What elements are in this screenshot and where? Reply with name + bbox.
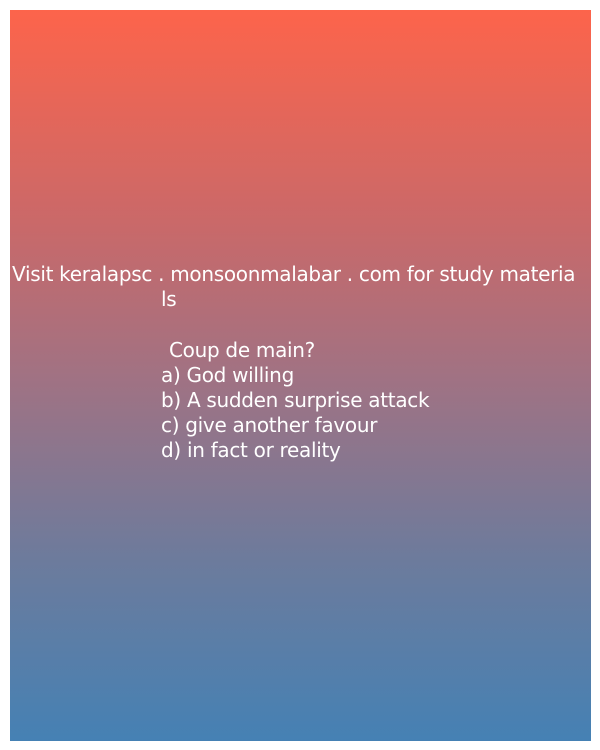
promo-line-2: ls bbox=[161, 287, 177, 311]
option-b: b) A sudden surprise attack bbox=[161, 388, 430, 412]
question-text: Coup de main? bbox=[169, 338, 315, 362]
quiz-card: Visit keralapsc . monsoonmalabar . com f… bbox=[10, 10, 591, 741]
promo-line-1: Visit keralapsc . monsoonmalabar . com f… bbox=[12, 262, 576, 286]
option-c: c) give another favour bbox=[161, 413, 378, 437]
option-d: d) in fact or reality bbox=[161, 438, 341, 462]
option-a: a) God willing bbox=[161, 363, 294, 387]
